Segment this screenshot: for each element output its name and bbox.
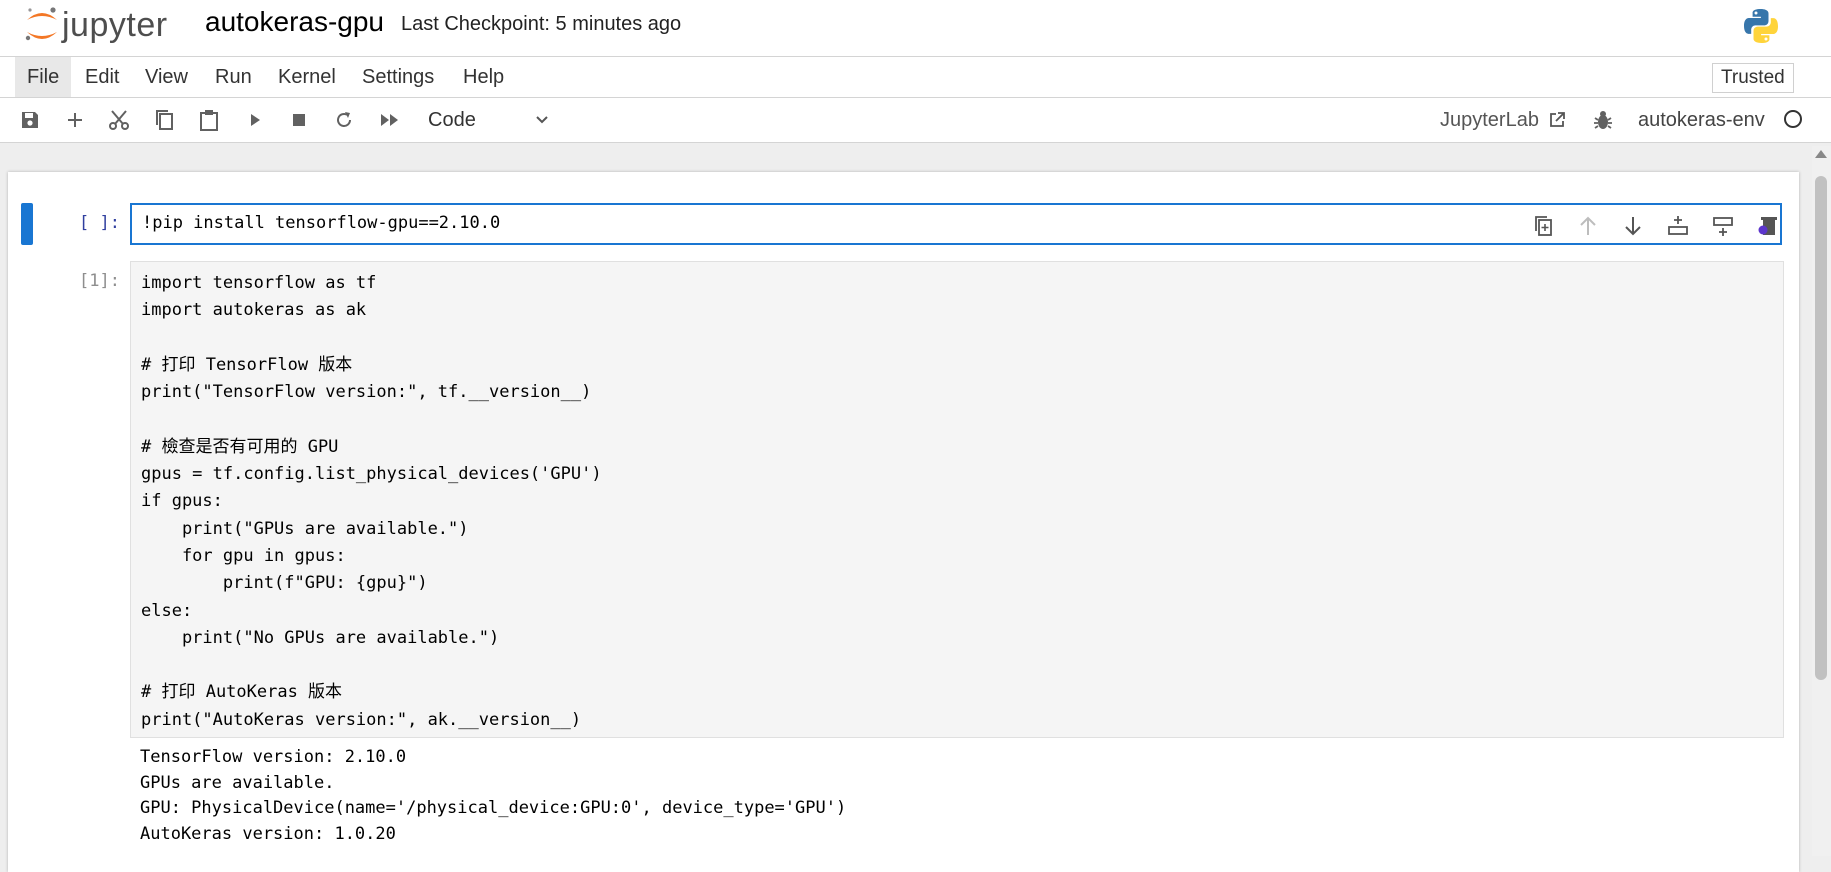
external-link-icon bbox=[1550, 112, 1565, 127]
run-button[interactable] bbox=[243, 108, 267, 132]
paste-button[interactable] bbox=[197, 108, 221, 132]
jupyterlab-link-label: JupyterLab bbox=[1440, 109, 1539, 131]
save-button[interactable] bbox=[18, 108, 42, 132]
insert-above-icon bbox=[1668, 216, 1688, 235]
paste-icon bbox=[200, 110, 218, 131]
restart-run-all-button[interactable] bbox=[378, 108, 402, 132]
menu-view[interactable]: View bbox=[133, 57, 200, 97]
add-icon bbox=[68, 113, 82, 127]
duplicate-cell-button[interactable] bbox=[1530, 214, 1556, 238]
checkpoint-status: Last Checkpoint: 5 minutes ago bbox=[401, 13, 682, 35]
save-icon bbox=[22, 112, 38, 128]
scrollbar-thumb[interactable] bbox=[1815, 176, 1827, 680]
jupyter-logo[interactable]: jupyter bbox=[22, 4, 192, 48]
menu-settings[interactable]: Settings bbox=[350, 57, 446, 97]
arrow-down-icon bbox=[1625, 217, 1641, 236]
header: jupyter autokeras-gpu Last Checkpoint: 5… bbox=[0, 0, 1831, 56]
copy-icon bbox=[156, 110, 173, 130]
trusted-indicator[interactable]: Trusted bbox=[1712, 63, 1794, 93]
kernel-status-idle-icon bbox=[1784, 110, 1802, 128]
python-logo-icon bbox=[1744, 9, 1778, 43]
chevron-down-icon bbox=[536, 116, 548, 124]
cut-button[interactable] bbox=[107, 108, 131, 132]
copy-button[interactable] bbox=[152, 108, 176, 132]
kernel-name[interactable]: autokeras-env bbox=[1638, 106, 1765, 134]
menu-edit[interactable]: Edit bbox=[73, 57, 131, 97]
cell-type-select[interactable]: Code bbox=[428, 105, 558, 135]
cell-type-value: Code bbox=[428, 109, 476, 131]
menu-kernel[interactable]: Kernel bbox=[266, 57, 348, 97]
active-cell-indicator bbox=[21, 203, 33, 245]
arrow-up-icon bbox=[1580, 216, 1596, 235]
delete-cell-button[interactable] bbox=[1755, 214, 1781, 238]
notebook-toolbar: Code JupyterLab autokeras-env bbox=[0, 98, 1831, 143]
stop-button[interactable] bbox=[287, 108, 311, 132]
move-cell-down-button[interactable] bbox=[1620, 214, 1646, 238]
notebook-scrollbar[interactable] bbox=[1812, 146, 1831, 856]
trash-icon bbox=[1758, 217, 1777, 235]
run-icon bbox=[251, 114, 260, 126]
cell-output: TensorFlow version: 2.10.0 GPUs are avai… bbox=[140, 747, 847, 844]
notebook-title[interactable]: autokeras-gpu bbox=[205, 6, 384, 38]
cell-prompt: [ ]: bbox=[79, 213, 120, 233]
restart-icon bbox=[337, 112, 351, 127]
cell-prompt: [1]: bbox=[79, 271, 120, 291]
move-cell-up-button[interactable] bbox=[1575, 214, 1601, 238]
insert-cell-below-button[interactable] bbox=[1710, 214, 1736, 238]
menu-run[interactable]: Run bbox=[203, 57, 264, 97]
menu-help[interactable]: Help bbox=[451, 57, 516, 97]
menu-file[interactable]: File bbox=[15, 57, 72, 97]
code-cell-editor[interactable]: import tensorflow as tf import autokeras… bbox=[130, 261, 1784, 738]
code-cell-editor[interactable]: !pip install tensorflow-gpu==2.10.0 bbox=[130, 203, 1782, 245]
add-cell-button[interactable] bbox=[63, 108, 87, 132]
jupyter-logo-icon bbox=[25, 7, 57, 41]
duplicate-icon bbox=[1535, 216, 1552, 236]
debugger-icon[interactable] bbox=[1593, 109, 1613, 131]
fast-forward-icon bbox=[381, 114, 398, 126]
scroll-up-arrow-icon[interactable] bbox=[1815, 150, 1827, 158]
cut-icon bbox=[109, 110, 129, 130]
restart-kernel-button[interactable] bbox=[332, 108, 356, 132]
jupyter-wordmark: jupyter bbox=[62, 6, 168, 44]
menubar: File Edit View Run Kernel Settings Help … bbox=[0, 56, 1831, 98]
stop-icon bbox=[293, 114, 305, 126]
cell-source[interactable]: !pip install tensorflow-gpu==2.10.0 bbox=[142, 213, 500, 233]
cell-source[interactable]: import tensorflow as tf import autokeras… bbox=[141, 270, 602, 734]
insert-below-icon bbox=[1713, 217, 1733, 236]
jupyterlab-link[interactable]: JupyterLab bbox=[1440, 106, 1565, 134]
insert-cell-above-button[interactable] bbox=[1665, 214, 1691, 238]
